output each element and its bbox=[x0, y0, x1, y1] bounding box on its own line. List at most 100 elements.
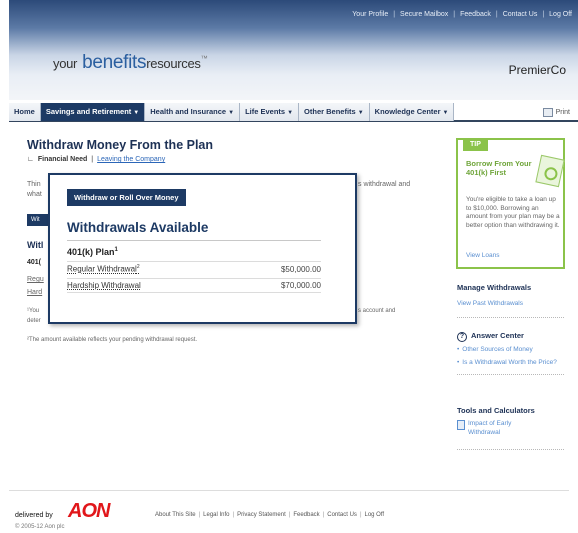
footer-legal-link[interactable]: Legal Info bbox=[203, 512, 229, 518]
chevron-down-icon: ▼ bbox=[287, 110, 294, 116]
page-title: Withdraw Money From the Plan bbox=[27, 138, 214, 152]
tab-other-benefits-label: Other Benefits bbox=[304, 107, 356, 116]
footer-about-link[interactable]: About This Site bbox=[155, 512, 196, 518]
tab-savings-label: Savings and Retirement bbox=[45, 107, 132, 116]
withdrawals-popup: Withdraw or Roll Over Money Withdrawals … bbox=[48, 173, 357, 324]
logo-benefits: benefits bbox=[82, 52, 147, 73]
impact-early-withdrawal-link[interactable]: Impact of Early Withdrawal bbox=[468, 420, 528, 437]
bg-footnote: ¹You bbox=[27, 308, 40, 314]
plan-label-text: 401(k) Plan bbox=[67, 247, 115, 257]
chevron-down-icon: ▼ bbox=[228, 110, 235, 116]
site-logo[interactable]: your benefitsresources™ bbox=[53, 52, 208, 74]
print-label: Print bbox=[555, 108, 570, 116]
tab-savings-and-retirement[interactable]: Savings and Retirement ▼ bbox=[40, 103, 146, 121]
answer-center-list: • Other Sources of Money • Is a Withdrawal… bbox=[457, 346, 567, 367]
list-item[interactable]: • Other Sources of Money bbox=[457, 346, 567, 355]
divider bbox=[457, 317, 564, 318]
tab-home-label: Home bbox=[14, 107, 35, 116]
bg-section-heading: Witl bbox=[27, 240, 44, 250]
bg-intro-text: s withdrawal and bbox=[358, 181, 411, 188]
tab-knowledge-center-label: Knowledge Center bbox=[374, 107, 441, 116]
footer-separator: | bbox=[359, 512, 362, 518]
tab-other-benefits[interactable]: Other Benefits ▼ bbox=[299, 103, 370, 121]
tab-health-and-insurance[interactable]: Health and Insurance ▼ bbox=[145, 103, 241, 121]
top-nav-separator: | bbox=[393, 11, 396, 18]
answer-item-other-sources: Other Sources of Money bbox=[462, 346, 533, 353]
bg-plan-label: 401( bbox=[27, 259, 42, 266]
company-name: PremierCo bbox=[508, 63, 566, 77]
tab-home[interactable]: Home bbox=[9, 103, 41, 121]
bg-footnote: s account and bbox=[358, 308, 396, 314]
subnav-leaving-company-link[interactable]: Leaving the Company bbox=[97, 156, 165, 163]
help-icon: ? bbox=[457, 332, 467, 342]
hardship-withdrawal-link[interactable]: Hardship Withdrawal bbox=[67, 281, 141, 290]
subnav-financial-need: Financial Need bbox=[37, 156, 88, 163]
footer-links: About This Site | Legal Info | Privacy State… bbox=[155, 512, 384, 518]
tab-life-events[interactable]: Life Events ▼ bbox=[240, 103, 300, 121]
copyright: © 2005-12 Aon plc bbox=[15, 524, 65, 530]
divider bbox=[457, 449, 564, 450]
bullet-icon: • bbox=[457, 358, 460, 366]
table-row: Hardship Withdrawal $70,000.00 bbox=[67, 278, 321, 293]
top-nav: Your Profile | Secure Mailbox | Feedback | Con… bbox=[352, 11, 572, 18]
print-button[interactable]: Print bbox=[542, 107, 578, 117]
tip-body: You're eligible to take a loan up to $10… bbox=[466, 196, 560, 229]
bullet-icon: • bbox=[457, 346, 460, 353]
printer-icon bbox=[542, 107, 553, 117]
tab-health-label: Health and Insurance bbox=[150, 107, 227, 116]
table-row: Regular Withdrawal2 $50,000.00 bbox=[67, 261, 321, 276]
bg-intro-text: Thin bbox=[27, 181, 41, 188]
logo-trademark: ™ bbox=[200, 55, 208, 63]
footer-feedback-link[interactable]: Feedback bbox=[293, 512, 319, 518]
hardship-withdrawal-label: Hardship Withdrawal bbox=[67, 281, 141, 290]
logo-resources: resources bbox=[146, 56, 201, 71]
top-nav-separator: | bbox=[453, 11, 456, 18]
top-nav-your-profile[interactable]: Your Profile bbox=[352, 11, 388, 18]
view-loans-link[interactable]: View Loans bbox=[466, 252, 500, 259]
subnav-current-icon: ∟ bbox=[27, 156, 34, 163]
bg-regular-link[interactable]: Regu bbox=[27, 276, 44, 283]
sub-nav: ∟ Financial Need | Leaving the Company bbox=[27, 156, 437, 163]
top-nav-separator: | bbox=[495, 11, 498, 18]
calculator-icon bbox=[457, 420, 465, 430]
money-icon bbox=[535, 154, 565, 188]
manage-withdrawals-section: Manage Withdrawals View Past Withdrawals bbox=[457, 283, 567, 318]
answer-center-heading: ? Answer Center bbox=[457, 331, 567, 342]
footer-separator: | bbox=[232, 512, 235, 518]
footer-logoff-link[interactable]: Log Off bbox=[365, 512, 385, 518]
delivered-by-label: delivered by bbox=[15, 512, 53, 519]
logo-your: your bbox=[53, 56, 78, 71]
bg-hardship-link[interactable]: Hard bbox=[27, 289, 42, 296]
aon-logo: AON bbox=[68, 500, 110, 522]
tip-tab: TIP bbox=[463, 139, 488, 151]
top-nav-log-off[interactable]: Log Off bbox=[549, 11, 572, 18]
bg-footnote: deter bbox=[27, 318, 41, 324]
footer-privacy-link[interactable]: Privacy Statement bbox=[237, 512, 286, 518]
withdrawals-available-title: Withdrawals Available bbox=[67, 220, 209, 235]
tip-box: TIP Borrow From Your 401(k) First You're… bbox=[456, 138, 565, 269]
chevron-down-icon: ▼ bbox=[442, 110, 449, 116]
tab-knowledge-center[interactable]: Knowledge Center ▼ bbox=[369, 103, 455, 121]
footer-separator: | bbox=[288, 512, 291, 518]
subnav-separator: | bbox=[91, 156, 94, 163]
header-banner: Your Profile | Secure Mailbox | Feedback | Con… bbox=[9, 0, 578, 100]
top-nav-feedback[interactable]: Feedback bbox=[460, 11, 491, 18]
tab-life-events-label: Life Events bbox=[245, 107, 286, 116]
bg-withdraw-button-label: Wit bbox=[31, 217, 40, 223]
main-content: Withdraw Money From the Plan ∟ Financial… bbox=[27, 138, 437, 163]
tools-item[interactable]: Impact of Early Withdrawal bbox=[457, 420, 567, 437]
list-item[interactable]: • Is a Withdrawal Worth the Price? bbox=[457, 359, 567, 368]
bg-intro-text: what bbox=[27, 191, 42, 198]
main-nav: Home Savings and Retirement ▼ Health and … bbox=[9, 103, 578, 122]
footer-separator: | bbox=[198, 512, 201, 518]
top-nav-secure-mailbox[interactable]: Secure Mailbox bbox=[400, 11, 448, 18]
withdraw-or-roll-over-button[interactable]: Withdraw or Roll Over Money bbox=[67, 189, 186, 206]
top-nav-contact-us[interactable]: Contact Us bbox=[503, 11, 538, 18]
footnote-pending-withdrawal: ²The amount available reflects your pend… bbox=[27, 337, 198, 343]
divider bbox=[457, 374, 564, 375]
footer-contact-link[interactable]: Contact Us bbox=[327, 512, 357, 518]
regular-withdrawal-link[interactable]: Regular Withdrawal2 bbox=[67, 264, 140, 274]
tip-heading: Borrow From Your 401(k) First bbox=[466, 159, 532, 177]
tools-section: Tools and Calculators Impact of Early Wi… bbox=[457, 406, 567, 450]
view-past-withdrawals-link[interactable]: View Past Withdrawals bbox=[457, 300, 523, 307]
